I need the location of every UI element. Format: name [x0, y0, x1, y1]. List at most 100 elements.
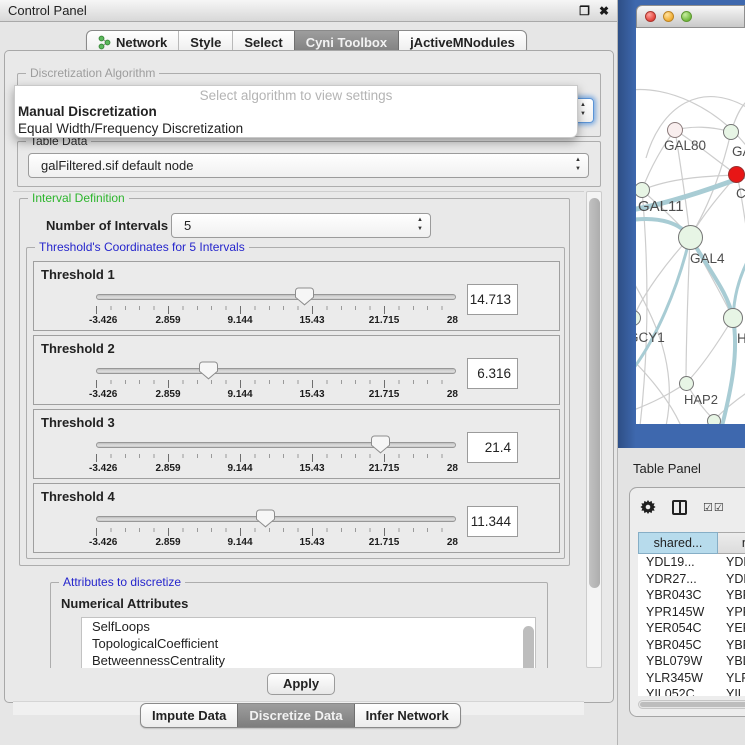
- dropdown-placeholder-item[interactable]: Select algorithm to view settings: [15, 86, 577, 103]
- slider-scale: -3.426 2.859 9.144 15.43 21.715 28: [96, 389, 456, 401]
- table-data-selected-value: galFiltered.sif default node: [41, 158, 193, 173]
- table-toolbar: ☑☑: [640, 496, 745, 518]
- table-cell[interactable]: YPR1: [718, 604, 745, 621]
- table-cell[interactable]: YIL0: [718, 686, 745, 696]
- node-table[interactable]: shared... name YDL19... YDL1 YDR27... YD…: [638, 532, 745, 692]
- column-header-name[interactable]: name: [718, 532, 745, 554]
- table-cell[interactable]: YBL0: [718, 653, 745, 670]
- table-cell[interactable]: YDL19...: [638, 554, 718, 571]
- node-highlighted-red[interactable]: [728, 166, 745, 183]
- close-traffic-light-icon[interactable]: [645, 11, 656, 22]
- node-hap2[interactable]: [679, 376, 694, 391]
- node-h[interactable]: [723, 308, 743, 328]
- checkbox-icons[interactable]: ☑☑: [703, 501, 725, 514]
- minimize-traffic-light-icon[interactable]: [663, 11, 674, 22]
- slider-track[interactable]: [96, 516, 456, 522]
- slider-scale: -3.426 2.859 9.144 15.43 21.715 28: [96, 537, 456, 549]
- list-scrollbar[interactable]: [523, 626, 534, 668]
- table-cell[interactable]: YDL1: [718, 554, 745, 571]
- table-row[interactable]: YIL052C YIL0: [638, 686, 745, 696]
- list-item[interactable]: BetweennessCentrality: [82, 652, 535, 668]
- close-icon[interactable]: ✖: [599, 4, 609, 18]
- threshold-value-field[interactable]: 21.4: [467, 432, 518, 463]
- panel-title: Control Panel: [8, 3, 570, 18]
- table-row[interactable]: YDL19... YDL1: [638, 554, 745, 571]
- apply-button[interactable]: Apply: [267, 673, 335, 695]
- vertical-scrollbar[interactable]: [586, 191, 602, 668]
- threshold-value-field[interactable]: 11.344: [467, 506, 518, 537]
- table-row[interactable]: YER054C YER0: [638, 620, 745, 637]
- scale-label: -3.426: [89, 537, 117, 548]
- table-cell[interactable]: YIL052C: [638, 686, 718, 696]
- table-cell[interactable]: YBR045C: [638, 637, 718, 654]
- node-gal80[interactable]: [667, 122, 683, 138]
- table-row[interactable]: YLR345W YLR3: [638, 670, 745, 687]
- node-top-right[interactable]: [723, 124, 739, 140]
- slider-handle[interactable]: [371, 435, 390, 454]
- threshold-slider[interactable]: -3.426 2.859 9.144 15.43 21.715 28: [96, 360, 456, 400]
- threshold-value-field[interactable]: 6.316: [467, 358, 518, 389]
- slider-handle[interactable]: [295, 287, 314, 306]
- float-window-icon[interactable]: ❐: [579, 4, 590, 18]
- dropdown-item-manual-discretization[interactable]: Manual Discretization: [15, 103, 577, 120]
- slider-handle[interactable]: [199, 361, 218, 380]
- node-bottom-cut[interactable]: [707, 414, 721, 424]
- network-window-titlebar[interactable]: [636, 5, 745, 28]
- threshold-slider[interactable]: -3.426 2.859 9.144 15.43 21.715 28: [96, 434, 456, 474]
- table-cell[interactable]: YPR145W: [638, 604, 718, 621]
- table-row[interactable]: YBR043C YBR0: [638, 587, 745, 604]
- table-cell[interactable]: YBR0: [718, 637, 745, 654]
- cyni-content-panel: Discretization Algorithm ▲▼ Select algor…: [4, 50, 614, 703]
- table-panel-area: Table Panel ☑☑ shared... name YDL19... Y…: [618, 448, 745, 745]
- table-cell[interactable]: YER054C: [638, 620, 718, 637]
- table-horizontal-scrollbar[interactable]: [638, 700, 745, 709]
- slider-track[interactable]: [96, 368, 456, 374]
- table-row[interactable]: YPR145W YPR1: [638, 604, 745, 621]
- slider-track[interactable]: [96, 294, 456, 300]
- node-gal4[interactable]: [678, 225, 703, 250]
- gear-icon[interactable]: [640, 499, 656, 515]
- node-label-gcy1: GCY1: [636, 330, 665, 345]
- column-header-shared[interactable]: shared...: [638, 532, 718, 554]
- scale-label: 21.715: [369, 537, 400, 548]
- threshold-label: Threshold 3: [41, 415, 115, 430]
- combo-arrows-icon: ▲▼: [580, 101, 586, 119]
- table-cell[interactable]: YDR27...: [638, 571, 718, 588]
- attributes-group-title: Attributes to discretize: [59, 575, 185, 589]
- settings-scroll-area: Interval Definition Number of Intervals …: [13, 191, 584, 668]
- scale-label: 2.859: [155, 315, 180, 326]
- tab-impute-data[interactable]: Impute Data: [141, 704, 237, 727]
- tab-infer-network[interactable]: Infer Network: [354, 704, 460, 727]
- tab-discretize-data[interactable]: Discretize Data: [237, 704, 353, 727]
- table-row[interactable]: YDR27... YDR2: [638, 571, 745, 588]
- threshold-slider[interactable]: -3.426 2.859 9.144 15.43 21.715 28: [96, 508, 456, 548]
- slider-handle[interactable]: [256, 509, 275, 528]
- table-data-select[interactable]: galFiltered.sif default node ▲▼: [28, 153, 589, 178]
- slider-ticks: [96, 454, 456, 462]
- vertical-scrollbar-thumb[interactable]: [589, 198, 600, 588]
- threshold-value-field[interactable]: 14.713: [467, 284, 518, 315]
- column-layout-icon[interactable]: [672, 500, 687, 515]
- scale-label: 28: [447, 389, 458, 400]
- thresholds-group-title: Threshold's Coordinates for 5 Intervals: [35, 240, 249, 254]
- table-cell[interactable]: YDR2: [718, 571, 745, 588]
- table-cell[interactable]: YLR345W: [638, 670, 718, 687]
- threshold-slider[interactable]: -3.426 2.859 9.144 15.43 21.715 28: [96, 286, 456, 326]
- table-cell[interactable]: YLR3: [718, 670, 745, 687]
- table-cell[interactable]: YER0: [718, 620, 745, 637]
- table-cell[interactable]: YBL079W: [638, 653, 718, 670]
- table-cell[interactable]: YBR043C: [638, 587, 718, 604]
- table-row[interactable]: YBL079W YBL0: [638, 653, 745, 670]
- network-canvas[interactable]: GAL80 GA C GAL11 GAL4 GCY1 H HAP2: [636, 28, 745, 424]
- list-item[interactable]: TopologicalCoefficient: [82, 635, 535, 652]
- threshold-panel: Threshold 1 -3.426 2.859 9.144: [33, 261, 560, 331]
- table-cell[interactable]: YBR0: [718, 587, 745, 604]
- list-item[interactable]: SelfLoops: [82, 618, 535, 635]
- table-hscroll-thumb[interactable]: [640, 702, 745, 707]
- zoom-traffic-light-icon[interactable]: [681, 11, 692, 22]
- slider-track[interactable]: [96, 442, 456, 448]
- number-of-intervals-select[interactable]: 5 ▲▼: [171, 213, 431, 238]
- numerical-attributes-list[interactable]: SelfLoops TopologicalCoefficient Between…: [81, 617, 536, 668]
- table-row[interactable]: YBR045C YBR0: [638, 637, 745, 654]
- dropdown-item-equal-width-frequency[interactable]: Equal Width/Frequency Discretization: [15, 120, 577, 137]
